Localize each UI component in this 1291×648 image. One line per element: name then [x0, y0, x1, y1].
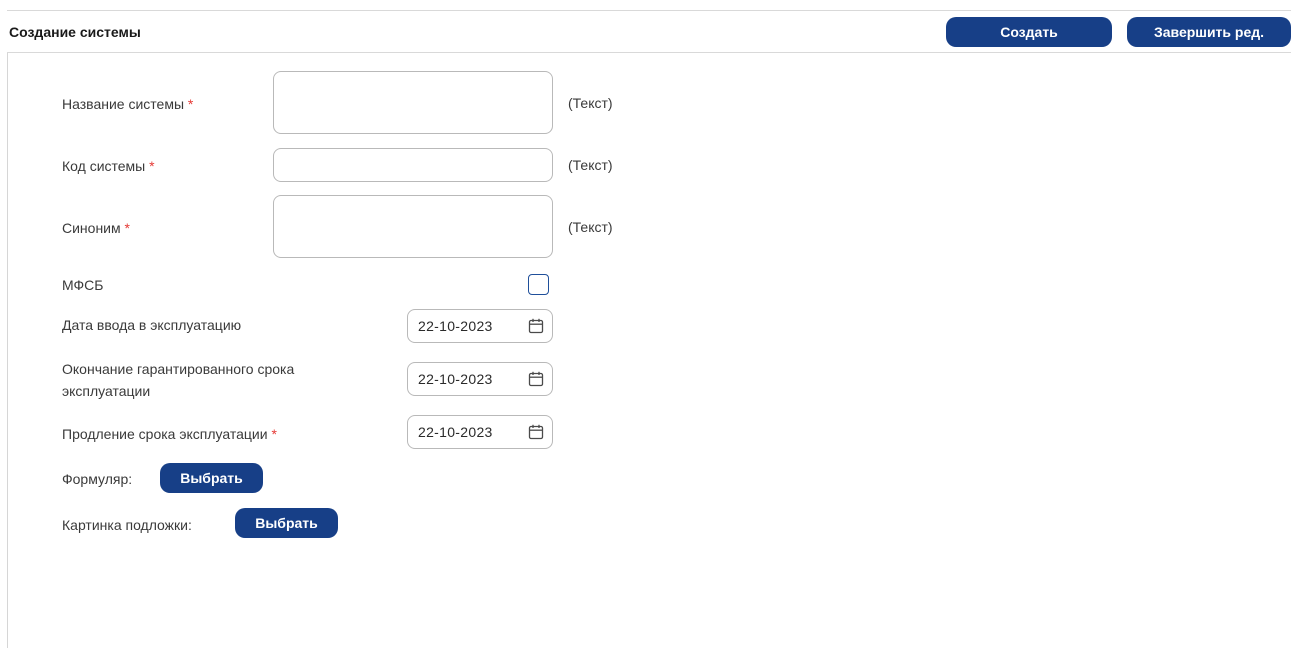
synonym-type-hint: (Текст)	[568, 219, 613, 235]
warranty-end-label-line2: эксплуатации	[62, 383, 151, 399]
system-code-label: Код системы *	[62, 156, 155, 176]
extension-date-input[interactable]: 22-10-2023	[407, 415, 553, 449]
background-image-select-button[interactable]: Выбрать	[235, 508, 338, 538]
system-name-label-text: Название системы	[62, 96, 185, 112]
content-left-border	[7, 53, 8, 648]
extension-label: Продление срока эксплуатации *	[62, 424, 277, 444]
system-code-label-text: Код системы	[62, 158, 146, 174]
background-image-label: Картинка подложки:	[62, 517, 192, 533]
required-mark: *	[187, 96, 194, 112]
warranty-end-value: 22-10-2023	[418, 371, 493, 387]
required-mark: *	[124, 220, 130, 236]
calendar-icon[interactable]	[527, 423, 545, 441]
finish-editing-button[interactable]: Завершить ред.	[1127, 17, 1291, 47]
warranty-end-input[interactable]: 22-10-2023	[407, 362, 553, 396]
calendar-icon[interactable]	[527, 317, 545, 335]
extension-date-value: 22-10-2023	[418, 424, 493, 440]
synonym-label-text: Синоним	[62, 220, 121, 236]
warranty-end-label: Окончание гарантированного срока эксплуа…	[62, 359, 362, 401]
extension-label-text: Продление срока эксплуатации	[62, 426, 268, 442]
system-name-label: Название системы *	[62, 94, 193, 114]
create-button[interactable]: Создать	[946, 17, 1112, 47]
commission-date-input[interactable]: 22-10-2023	[407, 309, 553, 343]
commission-date-value: 22-10-2023	[418, 318, 493, 334]
formular-label: Формуляр:	[62, 471, 133, 487]
synonym-input[interactable]	[273, 195, 553, 258]
page-header: Создание системы Создать Завершить ред.	[7, 10, 1291, 53]
required-mark: *	[271, 426, 277, 442]
system-code-type-hint: (Текст)	[568, 157, 613, 173]
mfsb-checkbox[interactable]	[528, 274, 549, 295]
formular-select-button[interactable]: Выбрать	[160, 463, 263, 493]
system-name-input[interactable]	[273, 71, 553, 134]
synonym-label: Синоним *	[62, 218, 130, 238]
commission-date-label: Дата ввода в эксплуатацию	[62, 317, 242, 333]
required-mark: *	[149, 158, 155, 174]
mfsb-label: МФСБ	[62, 277, 104, 293]
page: Создание системы Создать Завершить ред. …	[0, 0, 1291, 648]
calendar-icon[interactable]	[527, 370, 545, 388]
warranty-end-label-line1: Окончание гарантированного срока	[62, 361, 295, 377]
system-code-input[interactable]	[273, 148, 553, 182]
system-name-type-hint: (Текст)	[568, 95, 613, 111]
page-title: Создание системы	[9, 24, 141, 40]
